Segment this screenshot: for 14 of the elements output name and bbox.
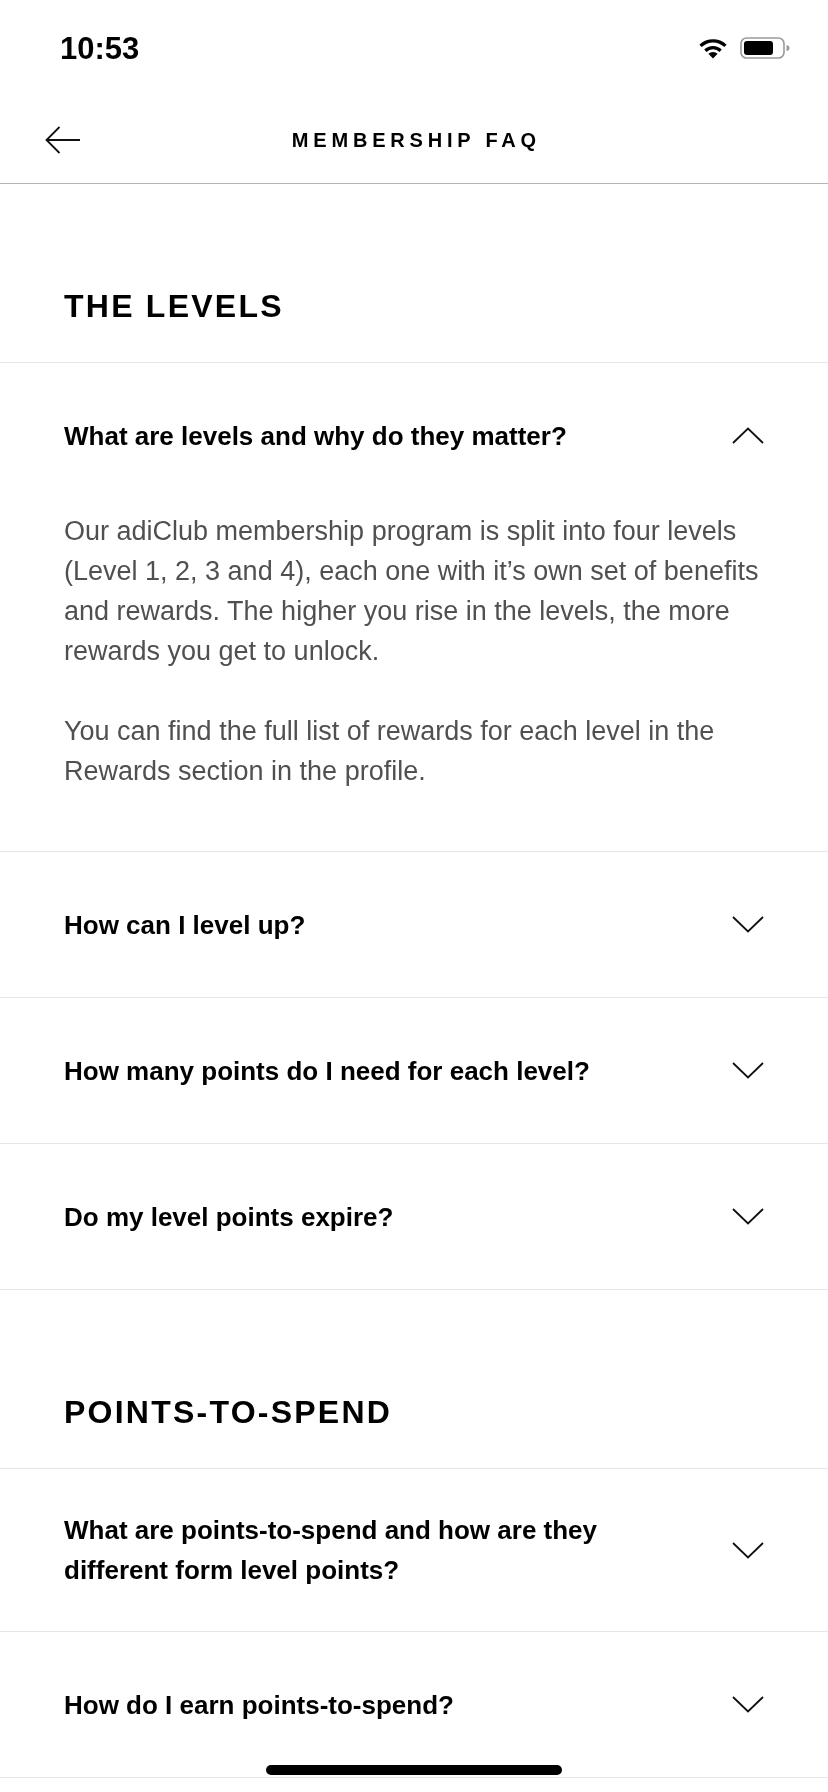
faq-question[interactable]: Do my level points expire? <box>0 1144 828 1289</box>
section-heading: POINTS-TO-SPEND <box>64 1393 393 1432</box>
faq-question[interactable]: How can I level up? <box>0 852 828 997</box>
answer-text: Our adiClub membership program is split into four levels (Level 1, 2, 3 and 4), each one with it’s own set of benefits and rewards. The higher you rise in the levels, the more rewards you get to unlock. <box>64 515 760 668</box>
answer-text: You can find the full list of rewards for each level in the Rewards section in the profile. <box>64 715 716 788</box>
section-heading: THE LEVELS <box>64 287 284 326</box>
nav-title: MEMBERSHIP FAQ <box>290 129 541 150</box>
faq-question[interactable]: How do I earn points-to-spend? <box>0 1632 828 1777</box>
faq-question[interactable]: What are levels and why do they matter? <box>0 363 828 508</box>
faq-question[interactable]: How many points do I need for each level? <box>0 998 828 1143</box>
wifi-icon <box>698 37 728 59</box>
battery-icon <box>740 37 790 59</box>
faq-question[interactable]: What are points-to-spend and how are they different form level points? <box>0 1469 828 1631</box>
status-time: 10:53 <box>60 32 140 64</box>
